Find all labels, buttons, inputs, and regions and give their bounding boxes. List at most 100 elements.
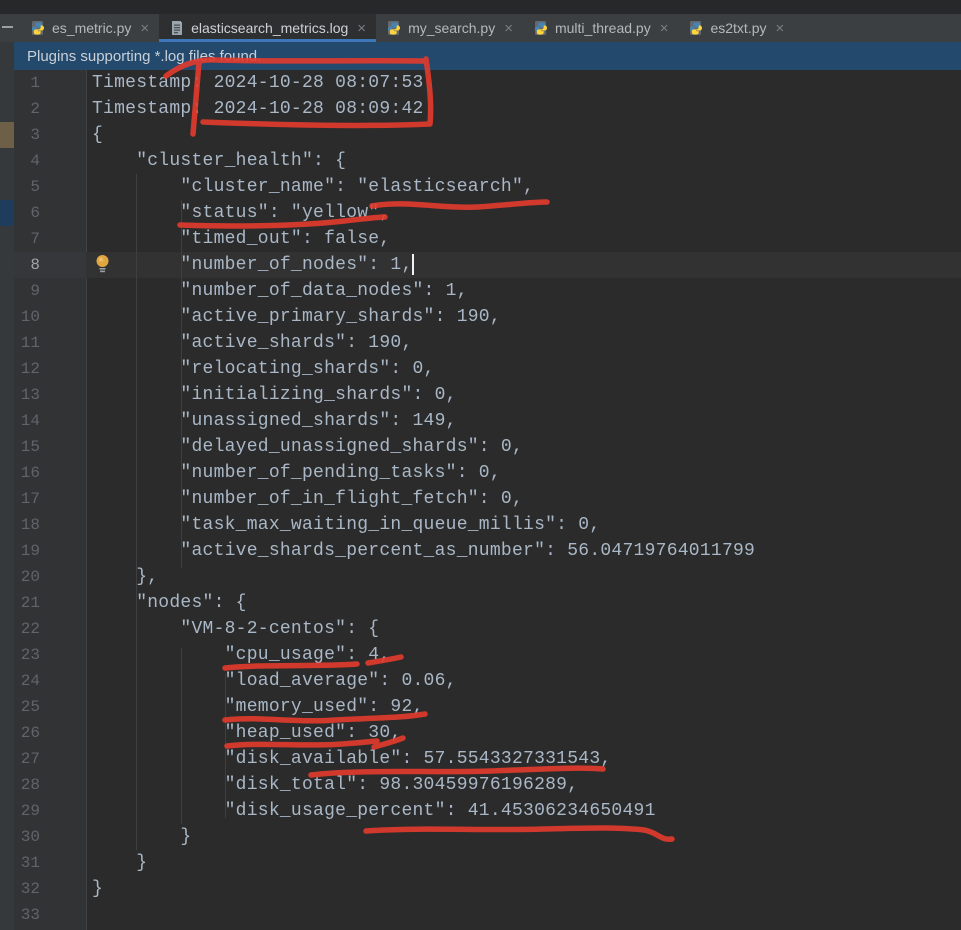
line-number: 2 [14,96,86,122]
line-text: "disk_total": 98.30459976196289, [86,772,961,798]
line-number: 23 [14,642,86,668]
code-line-24[interactable]: 24 "load_average": 0.06, [14,668,961,694]
line-number: 5 [14,174,86,200]
code-line-30[interactable]: 30 } [14,824,961,850]
python-file-icon [386,20,402,36]
code-line-5[interactable]: 5 "cluster_name": "elasticsearch", [14,174,961,200]
close-tab-icon[interactable]: × [504,21,513,36]
code-line-13[interactable]: 13 "initializing_shards": 0, [14,382,961,408]
tab-label: my_search.py [408,20,495,36]
code-line-22[interactable]: 22 "VM-8-2-centos": { [14,616,961,642]
code-line-23[interactable]: 23 "cpu_usage": 4, [14,642,961,668]
code-line-18[interactable]: 18 "task_max_waiting_in_queue_millis": 0… [14,512,961,538]
code-line-20[interactable]: 20 }, [14,564,961,590]
tab-es-metric-py[interactable]: es_metric.py× [20,14,159,42]
banner-text: Plugins supporting *.log files found. [27,48,261,65]
indent-guide [136,174,137,850]
line-text: "delayed_unassigned_shards": 0, [86,434,961,460]
tab-multi-thread-py[interactable]: multi_thread.py × [523,14,678,42]
intention-lightbulb-icon[interactable] [95,254,110,278]
code-line-27[interactable]: 27 "disk_available": 57.5543327331543, [14,746,961,772]
line-text [86,902,961,928]
tab-label: multi_thread.py [555,20,651,36]
dash-icon [2,26,13,28]
title-strip [0,0,961,14]
line-text: "task_max_waiting_in_queue_millis": 0, [86,512,961,538]
line-text: { [86,122,961,148]
ide-window: es_metric.py×elasticsearch_metrics.log×m… [0,0,961,930]
editor-lines[interactable]: 1Timestamp: 2024-10-28 08:07:532Timestam… [14,70,961,928]
line-text: "number_of_nodes": 1, [86,252,961,278]
indent-guide [225,674,226,818]
code-line-8[interactable]: 8 "number_of_nodes": 1, [14,252,961,278]
line-number: 25 [14,694,86,720]
code-line-10[interactable]: 10 "active_primary_shards": 190, [14,304,961,330]
line-number: 31 [14,850,86,876]
line-text: "number_of_in_flight_fetch": 0, [86,486,961,512]
line-text: } [86,824,961,850]
line-text: "number_of_data_nodes": 1, [86,278,961,304]
code-line-9[interactable]: 9 "number_of_data_nodes": 1, [14,278,961,304]
line-number: 17 [14,486,86,512]
stripe-marker-tan [0,122,14,148]
notification-banner: Plugins supporting *.log files found. [14,42,961,70]
line-number: 15 [14,434,86,460]
line-number: 7 [14,226,86,252]
code-line-12[interactable]: 12 "relocating_shards": 0, [14,356,961,382]
line-text: "memory_used": 92, [86,694,961,720]
code-line-19[interactable]: 19 "active_shards_percent_as_number": 56… [14,538,961,564]
tab-es2txt-py[interactable]: es2txt.py× [678,14,794,42]
code-line-32[interactable]: 32} [14,876,961,902]
line-number: 30 [14,824,86,850]
code-line-2[interactable]: 2Timestamp: 2024-10-28 08:09:42 [14,96,961,122]
close-tab-icon[interactable]: × [140,21,149,36]
code-line-21[interactable]: 21 "nodes": { [14,590,961,616]
code-line-33[interactable]: 33 [14,902,961,928]
line-number: 26 [14,720,86,746]
line-text: "unassigned_shards": 149, [86,408,961,434]
code-line-31[interactable]: 31 } [14,850,961,876]
log-file-icon [169,20,185,36]
close-tab-icon[interactable]: × [357,21,366,36]
tab-label: elasticsearch_metrics.log [191,20,348,36]
line-text: "relocating_shards": 0, [86,356,961,382]
code-line-25[interactable]: 25 "memory_used": 92, [14,694,961,720]
code-line-26[interactable]: 26 "heap_used": 30, [14,720,961,746]
code-line-14[interactable]: 14 "unassigned_shards": 149, [14,408,961,434]
line-number: 4 [14,148,86,174]
line-number: 12 [14,356,86,382]
line-text: Timestamp: 2024-10-28 08:07:53 [86,70,961,96]
line-text: "active_primary_shards": 190, [86,304,961,330]
python-file-icon [30,20,46,36]
code-line-17[interactable]: 17 "number_of_in_flight_fetch": 0, [14,486,961,512]
code-line-29[interactable]: 29 "disk_usage_percent": 41.453062346504… [14,798,961,824]
line-number: 32 [14,876,86,902]
line-text: "disk_usage_percent": 41.45306234650491 [86,798,961,824]
code-line-16[interactable]: 16 "number_of_pending_tasks": 0, [14,460,961,486]
line-number: 20 [14,564,86,590]
code-line-15[interactable]: 15 "delayed_unassigned_shards": 0, [14,434,961,460]
tab-elasticsearch-metrics-log[interactable]: elasticsearch_metrics.log × [159,14,376,42]
code-line-4[interactable]: 4 "cluster_health": { [14,148,961,174]
line-text: "timed_out": false, [86,226,961,252]
code-line-11[interactable]: 11 "active_shards": 190, [14,330,961,356]
line-number: 3 [14,122,86,148]
close-tab-icon[interactable]: × [660,21,669,36]
line-number: 13 [14,382,86,408]
code-line-28[interactable]: 28 "disk_total": 98.30459976196289, [14,772,961,798]
line-text: "cpu_usage": 4, [86,642,961,668]
line-text: "active_shards": 190, [86,330,961,356]
left-stripe [0,42,14,930]
line-text: "number_of_pending_tasks": 0, [86,460,961,486]
indent-guide [181,200,182,568]
code-line-1[interactable]: 1Timestamp: 2024-10-28 08:07:53 [14,70,961,96]
line-number: 33 [14,902,86,928]
close-tab-icon[interactable]: × [776,21,785,36]
tab-my-search-py[interactable]: my_search.py × [376,14,523,42]
line-number: 1 [14,70,86,96]
code-line-7[interactable]: 7 "timed_out": false, [14,226,961,252]
code-line-3[interactable]: 3{ [14,122,961,148]
line-text: "VM-8-2-centos": { [86,616,961,642]
code-line-6[interactable]: 6 "status": "yellow", [14,200,961,226]
line-text: "nodes": { [86,590,961,616]
